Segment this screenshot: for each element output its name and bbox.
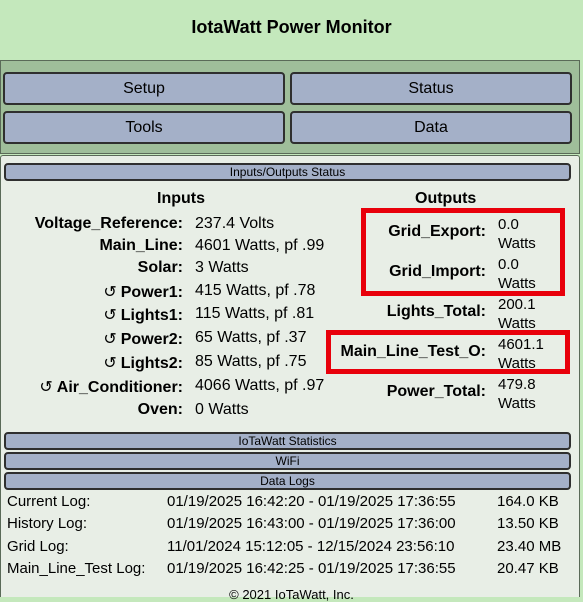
- output-number: 479.8: [498, 376, 536, 393]
- highlight-box-main-line-test: [326, 330, 570, 374]
- io-status-section-toggle[interactable]: Inputs/Outputs Status: [4, 163, 571, 181]
- input-value: 0 Watts: [195, 401, 249, 418]
- main-panel: Inputs/Outputs Status Inputs Outputs Vol…: [0, 155, 580, 597]
- inputs-heading: Inputs: [157, 190, 205, 207]
- refresh-icon[interactable]: ↺: [103, 284, 116, 301]
- log-name: Current Log:: [7, 493, 91, 510]
- log-range: 01/19/2025 16:42:25 - 01/19/2025 17:36:5…: [167, 560, 456, 577]
- input-value: 237.4 Volts: [195, 215, 275, 232]
- statistics-section-toggle[interactable]: IoTaWatt Statistics: [4, 432, 571, 450]
- data-logs-section-toggle[interactable]: Data Logs: [4, 472, 571, 490]
- output-unit: Watts: [498, 395, 536, 412]
- input-label: Voltage_Reference:: [34, 215, 183, 232]
- input-value: 415 Watts, pf .78: [195, 282, 316, 299]
- copyright-footer: © 2021 IoTaWatt, Inc.: [229, 587, 354, 602]
- tools-button[interactable]: Tools: [3, 111, 285, 144]
- input-label: Air_Conditioner:: [56, 379, 183, 396]
- log-range: 11/01/2024 15:12:05 - 12/15/2024 23:56:1…: [167, 538, 455, 555]
- status-button[interactable]: Status: [290, 72, 572, 105]
- input-value: 4066 Watts, pf .97: [195, 377, 325, 394]
- input-label: Main_Line:: [99, 237, 183, 254]
- output-number: 200.1: [498, 296, 536, 313]
- input-label: Power1:: [120, 284, 183, 301]
- refresh-icon[interactable]: ↺: [103, 307, 116, 324]
- output-label: Power_Total:: [386, 383, 486, 400]
- input-label: Lights1:: [120, 307, 183, 324]
- input-label: Power2:: [120, 331, 183, 348]
- input-value: 3 Watts: [195, 259, 249, 276]
- data-button[interactable]: Data: [290, 111, 572, 144]
- log-size: 13.50 KB: [497, 515, 559, 532]
- refresh-icon[interactable]: ↺: [39, 379, 52, 396]
- input-label-row: ↺ Lights1:: [103, 305, 183, 325]
- log-name: Main_Line_Test Log:: [7, 560, 146, 577]
- page-title: IotaWatt Power Monitor: [191, 17, 392, 37]
- log-size: 23.40 MB: [497, 538, 562, 555]
- log-size: 20.47 KB: [497, 560, 559, 577]
- log-range: 01/19/2025 16:43:00 - 01/19/2025 17:36:0…: [167, 515, 456, 532]
- nav-panel: Setup Status Tools Data: [0, 60, 580, 154]
- highlight-box-grid: [361, 208, 565, 296]
- input-label: Oven:: [137, 401, 183, 418]
- refresh-icon[interactable]: ↺: [103, 331, 116, 348]
- log-name: History Log:: [7, 515, 88, 532]
- input-label-row: ↺ Lights2:: [103, 353, 183, 373]
- input-label-row: ↺ Power1:: [103, 282, 183, 302]
- log-size: 164.0 KB: [497, 493, 559, 510]
- input-value: 65 Watts, pf .37: [195, 329, 307, 346]
- log-range: 01/19/2025 16:42:20 - 01/19/2025 17:36:5…: [167, 493, 456, 510]
- input-label: Lights2:: [120, 355, 183, 372]
- output-value: 479.8 Watts: [498, 375, 568, 413]
- output-value: 200.1 Watts: [498, 295, 568, 333]
- input-label-row: ↺ Power2:: [103, 329, 183, 349]
- setup-button[interactable]: Setup: [3, 72, 285, 105]
- outputs-heading: Outputs: [415, 190, 477, 207]
- refresh-icon[interactable]: ↺: [103, 355, 116, 372]
- output-label: Lights_Total:: [386, 303, 486, 320]
- input-label: Solar:: [137, 259, 183, 276]
- log-name: Grid Log:: [7, 538, 69, 555]
- input-value: 115 Watts, pf .81: [195, 305, 315, 322]
- input-value: 4601 Watts, pf .99: [195, 237, 325, 254]
- input-label-row: ↺ Air_Conditioner:: [39, 377, 183, 397]
- input-value: 85 Watts, pf .75: [195, 353, 307, 370]
- wifi-section-toggle[interactable]: WiFi: [4, 452, 571, 470]
